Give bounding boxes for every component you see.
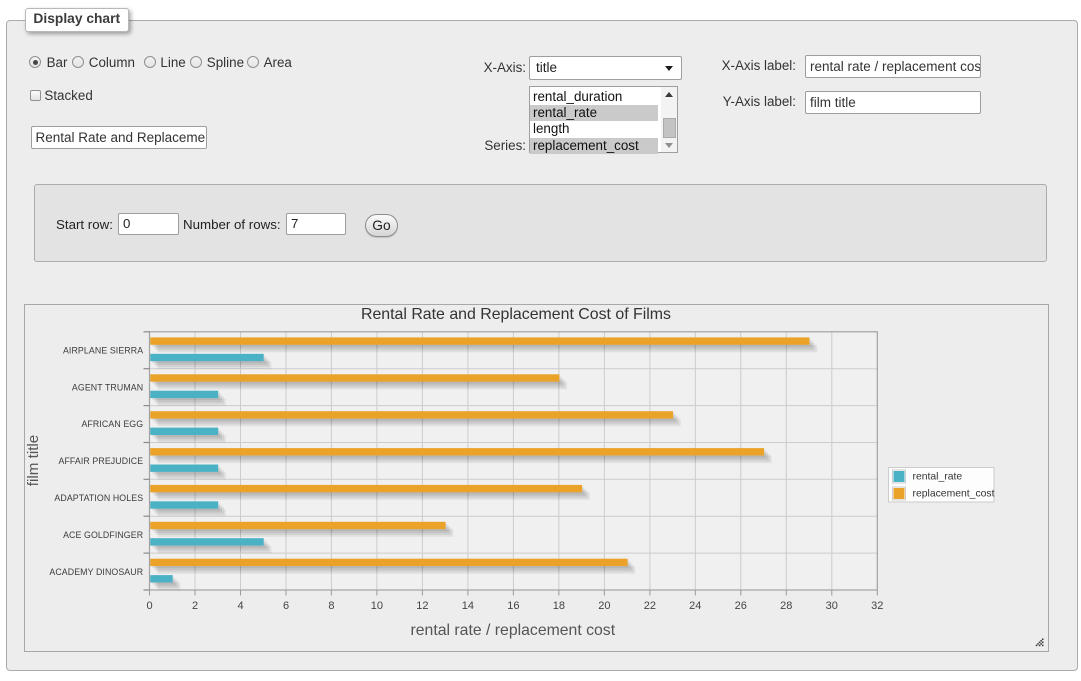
svg-text:10: 10 <box>371 600 383 612</box>
svg-text:rental rate / replacement cost: rental rate / replacement cost <box>411 622 616 639</box>
svg-text:32: 32 <box>871 600 883 612</box>
svg-text:22: 22 <box>644 600 656 612</box>
svg-text:16: 16 <box>507 600 519 612</box>
svg-text:4: 4 <box>237 600 243 612</box>
svg-text:14: 14 <box>462 600 474 612</box>
svg-text:8: 8 <box>328 600 334 612</box>
svg-text:replacement_cost: replacement_cost <box>913 488 995 499</box>
svg-text:28: 28 <box>780 600 792 612</box>
svg-text:0: 0 <box>146 600 152 612</box>
svg-text:26: 26 <box>735 600 747 612</box>
svg-text:AFRICAN EGG: AFRICAN EGG <box>81 419 143 429</box>
svg-text:12: 12 <box>416 600 428 612</box>
svg-text:AFFAIR PREJUDICE: AFFAIR PREJUDICE <box>58 456 143 466</box>
svg-text:ADAPTATION HOLES: ADAPTATION HOLES <box>54 493 143 503</box>
svg-text:ACE GOLDFINGER: ACE GOLDFINGER <box>63 530 143 540</box>
svg-text:ACADEMY DINOSAUR: ACADEMY DINOSAUR <box>49 567 143 577</box>
svg-text:18: 18 <box>553 600 565 612</box>
svg-text:film title: film title <box>25 435 42 486</box>
svg-text:6: 6 <box>283 600 289 612</box>
svg-text:30: 30 <box>826 600 838 612</box>
svg-text:2: 2 <box>192 600 198 612</box>
svg-text:AIRPLANE SIERRA: AIRPLANE SIERRA <box>63 345 143 355</box>
svg-text:Rental Rate and Replacement Co: Rental Rate and Replacement Cost of Film… <box>361 306 671 323</box>
svg-text:24: 24 <box>689 600 701 612</box>
svg-text:20: 20 <box>598 600 610 612</box>
svg-text:rental_rate: rental_rate <box>913 471 963 482</box>
svg-text:AGENT TRUMAN: AGENT TRUMAN <box>72 382 143 392</box>
